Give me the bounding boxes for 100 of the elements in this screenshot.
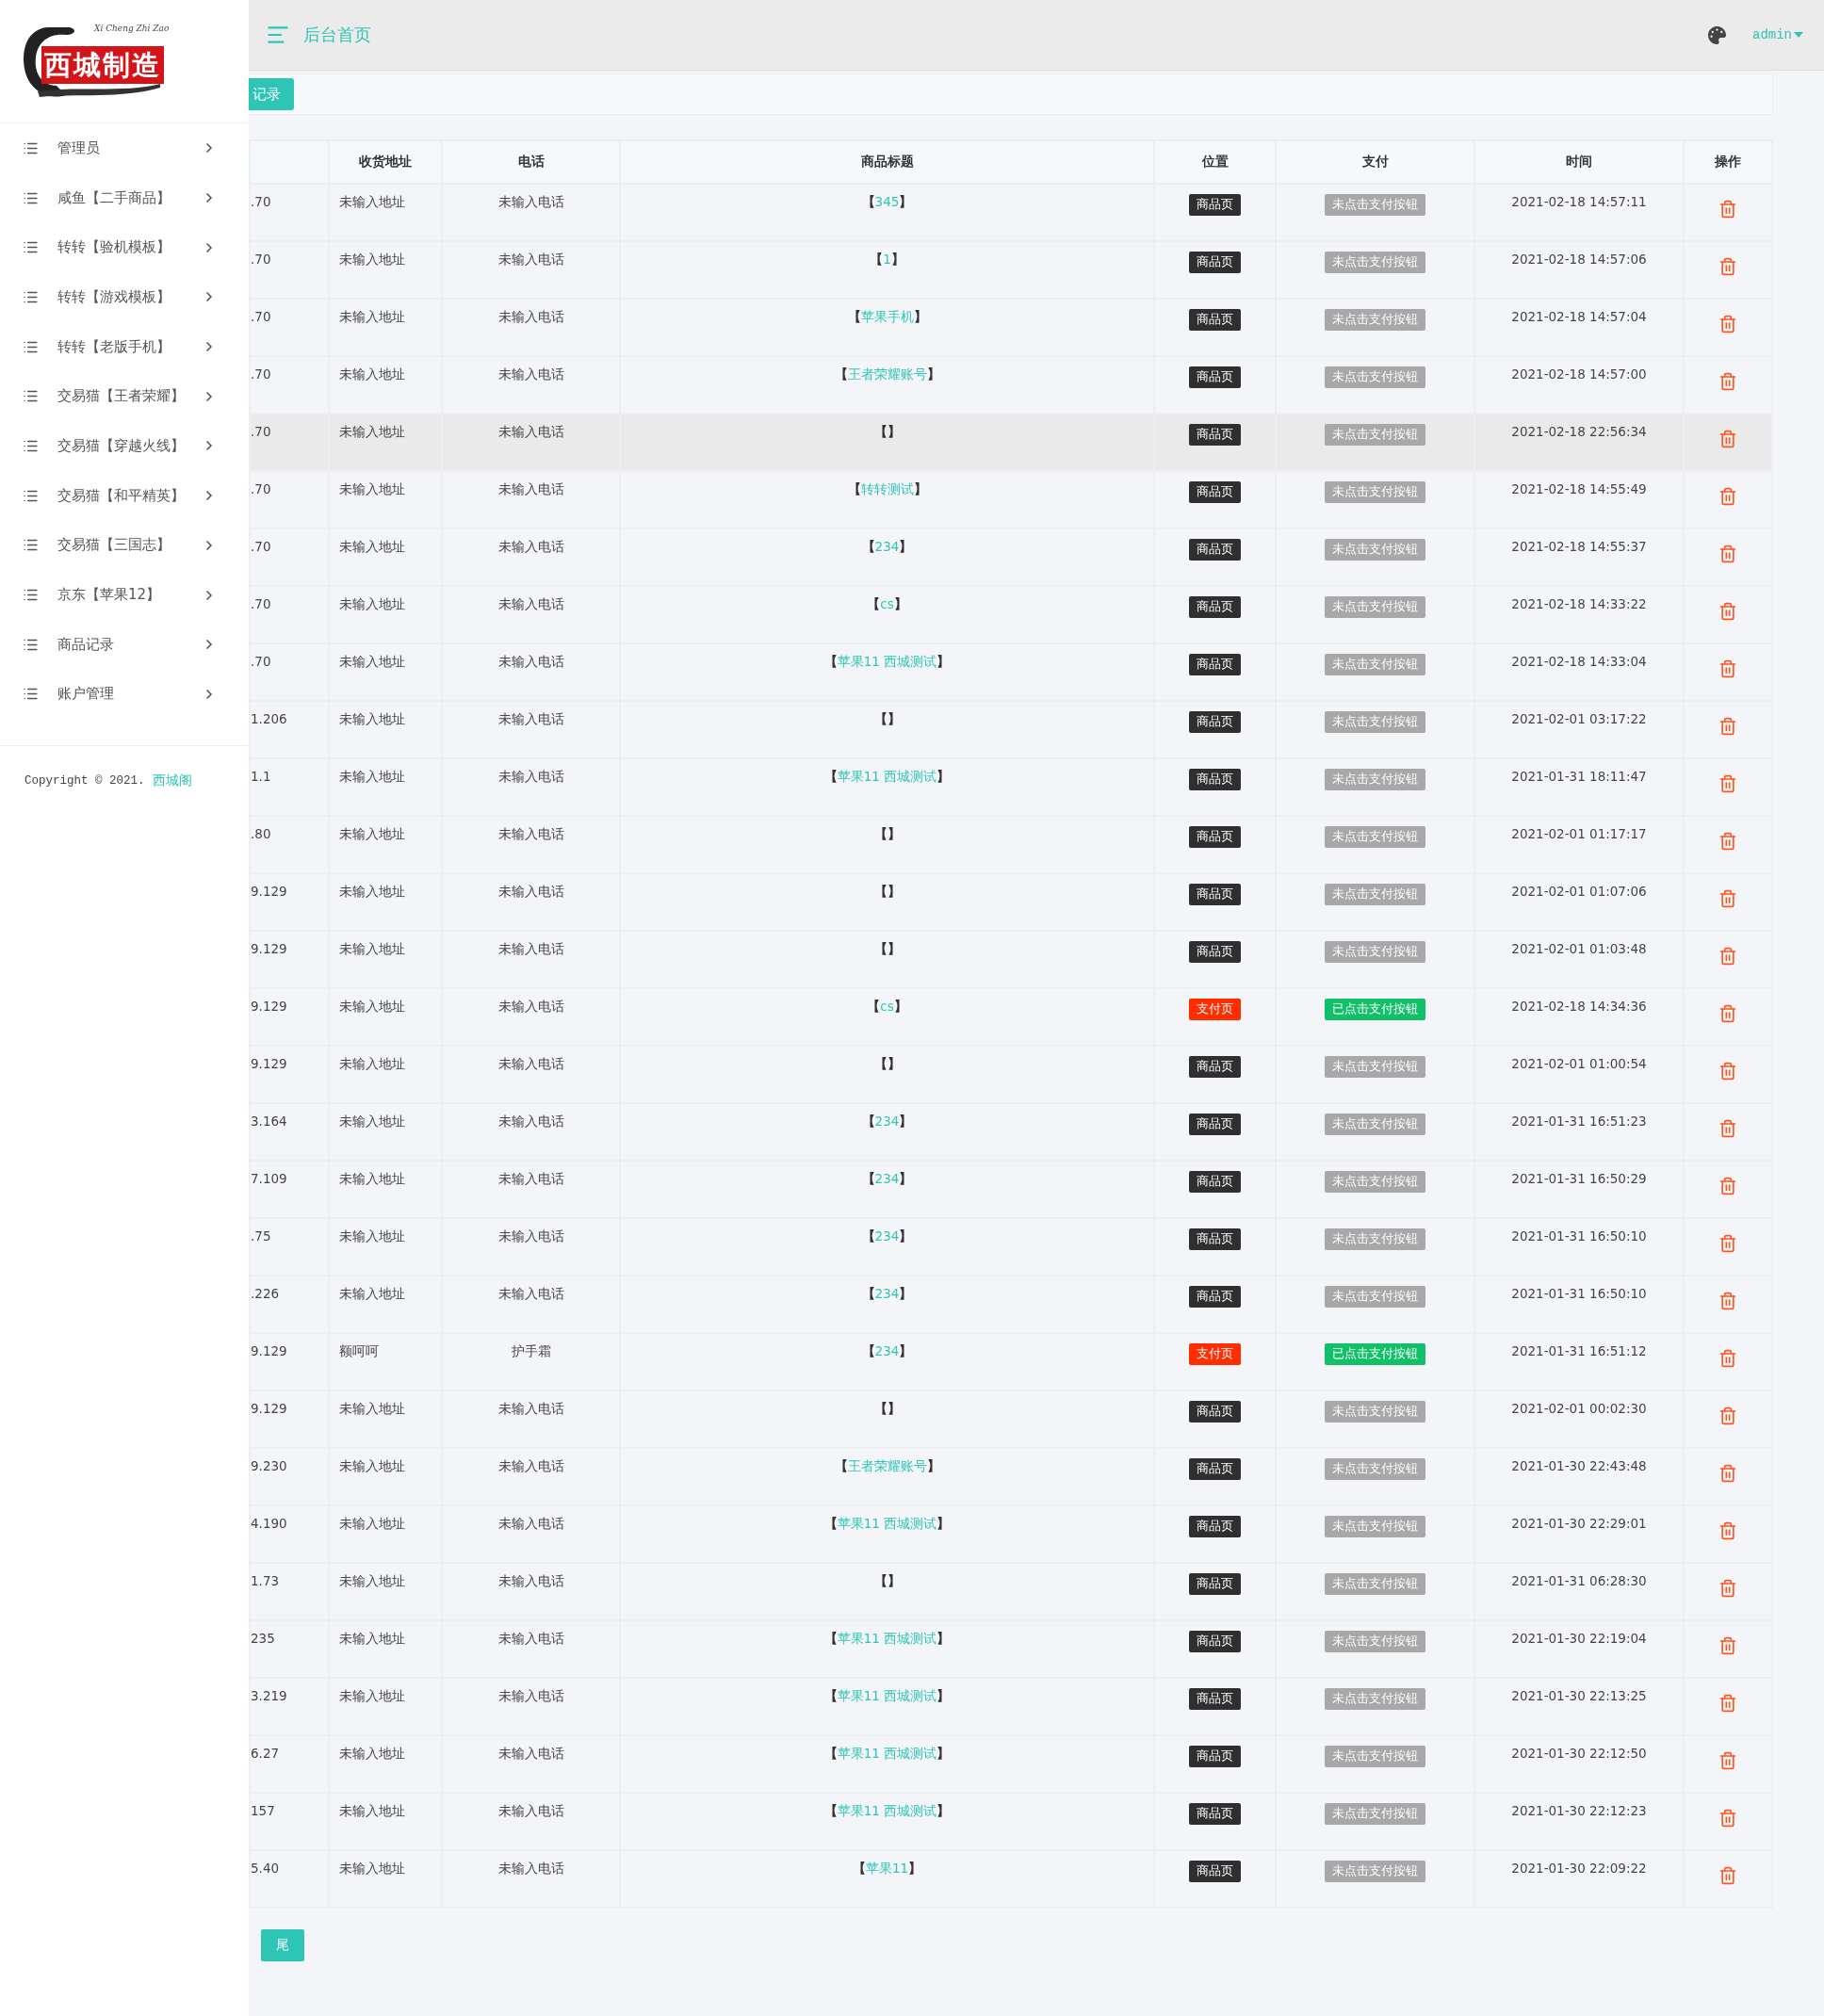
product-link[interactable]: 苹果11 西城测试 [837,654,937,669]
delete-button[interactable] [1718,257,1737,276]
table-cell: 未输入地址 [339,1516,405,1531]
product-link[interactable]: 苹果11 [865,1861,909,1876]
sidebar-item[interactable]: 咸鱼【二手商品】 [0,172,249,223]
payment-badge: 未点击支付按钮 [1325,884,1425,905]
product-link[interactable]: 234 [874,1286,900,1301]
delete-button[interactable] [1718,1119,1737,1138]
sidebar-item[interactable]: 交易猫【穿越火线】 [0,421,249,471]
user-menu[interactable]: admin [1752,27,1803,42]
product-link[interactable]: 1 [883,252,891,267]
table-cell: 未输入地址 [339,711,405,726]
product-link[interactable]: 苹果手机 [860,309,914,324]
sidebar-item[interactable]: 交易猫【三国志】 [0,520,249,571]
delete-button[interactable] [1718,430,1737,448]
table-cell: 2021-02-01 01:07:06 [1511,884,1647,899]
position-badge: 商品页 [1189,1401,1241,1423]
table-cell: 2021-02-01 01:17:17 [1511,826,1647,841]
sidebar-item[interactable]: 交易猫【和平精英】 [0,470,249,521]
delete-button[interactable] [1718,1292,1737,1310]
delete-button[interactable] [1718,1349,1737,1368]
table-cell: 未输入电话 [497,1401,564,1416]
delete-button[interactable] [1718,832,1737,851]
table-cell: 未输入电话 [497,711,564,726]
product-link[interactable]: 苹果11 西城测试 [837,769,937,784]
sidebar-item[interactable]: 转转【验机模板】 [0,222,249,273]
delete-button[interactable] [1718,1234,1737,1253]
product-link[interactable]: cs [880,596,894,611]
sidebar-item[interactable]: 京东【苹果12】 [0,570,249,620]
delete-button[interactable] [1718,602,1737,621]
table-cell: 9.129 [251,1343,287,1358]
table-cell: 2021-01-31 16:51:23 [1511,1114,1647,1129]
delete-button[interactable] [1718,545,1737,563]
delete-button[interactable] [1718,1406,1737,1425]
product-link[interactable]: 234 [874,1114,900,1129]
position-badge: 商品页 [1189,424,1241,446]
sidebar-item[interactable]: 转转【游戏模板】 [0,272,249,322]
breadcrumb-link[interactable]: 后台首页 [303,24,1708,46]
delete-button[interactable] [1718,947,1737,966]
delete-button[interactable] [1718,1694,1737,1713]
product-link[interactable]: 苹果11 西城测试 [837,1516,937,1531]
delete-button[interactable] [1718,1866,1737,1885]
delete-button[interactable] [1718,889,1737,908]
product-link[interactable]: 转转测试 [860,481,914,496]
product-link[interactable]: 234 [874,539,900,554]
product-link[interactable]: 234 [874,1228,900,1244]
column-header: 商品标题 [620,140,1154,184]
payment-badge: 未点击支付按钮 [1325,1688,1425,1710]
product-link[interactable]: 234 [874,1171,900,1186]
delete-button[interactable] [1718,200,1737,219]
table-cell: 未输入地址 [339,884,405,899]
table-cell: 未输入电话 [497,1631,564,1646]
product-link[interactable]: 苹果11 西城测试 [837,1631,937,1646]
product-link[interactable]: 苹果11 西城测试 [837,1803,937,1818]
table-cell: 9.129 [251,941,287,956]
delete-button[interactable] [1718,487,1737,506]
table-cell: 未输入地址 [339,1803,405,1818]
delete-button[interactable] [1718,1636,1737,1655]
delete-button[interactable] [1718,774,1737,793]
table-cell: 2021-01-30 22:29:01 [1511,1516,1647,1531]
delete-button[interactable] [1718,372,1737,391]
product-link[interactable]: 苹果11 西城测试 [837,1688,937,1703]
sidebar-item[interactable]: 商品记录 [0,619,249,670]
delete-button[interactable] [1718,1579,1737,1598]
delete-button[interactable] [1718,659,1737,678]
sidebar-item[interactable]: 管理员 [0,123,249,173]
product-link[interactable]: 345 [874,194,900,209]
product-link[interactable]: 234 [874,1343,900,1358]
delete-button[interactable] [1718,1004,1737,1023]
delete-button[interactable] [1718,1809,1737,1828]
product-link[interactable]: 王者荣耀账号 [847,366,927,382]
delete-button[interactable] [1718,1062,1737,1081]
sidebar-item[interactable]: 账户管理 [0,669,249,720]
payment-badge: 未点击支付按钮 [1325,309,1425,331]
palette-icon[interactable] [1708,25,1726,44]
delete-button[interactable] [1718,717,1737,736]
product-link[interactable]: 王者荣耀账号 [847,1458,927,1473]
record-tab-button[interactable]: 记录 [249,78,294,110]
product-link[interactable]: cs [880,999,894,1014]
table-cell: 未输入电话 [497,424,564,439]
table-cell: 未输入电话 [497,252,564,267]
delete-button[interactable] [1718,1177,1737,1195]
payment-badge: 未点击支付按钮 [1325,1056,1425,1078]
table-cell: 2021-02-18 14:55:49 [1511,481,1647,496]
delete-button[interactable] [1718,1751,1737,1770]
delete-button[interactable] [1718,1521,1737,1540]
product-link[interactable]: 苹果11 西城测试 [837,1746,937,1761]
table-cell: 未输入电话 [497,309,564,324]
position-badge: 商品页 [1189,481,1241,503]
copyright-link[interactable]: 西城阁 [152,772,192,790]
delete-button[interactable] [1718,315,1737,333]
table-cell: 未输入电话 [497,596,564,611]
payment-badge: 已点击支付按钮 [1325,999,1425,1020]
table-cell: 未输入地址 [339,194,405,209]
delete-button[interactable] [1718,1464,1737,1483]
table-cell: .70 [251,539,271,554]
position-badge: 商品页 [1189,1171,1241,1193]
sidebar-item[interactable]: 转转【老版手机】 [0,321,249,372]
last-page-button[interactable]: 尾 [261,1929,304,1961]
sidebar-item[interactable]: 交易猫【王者荣耀】 [0,371,249,422]
